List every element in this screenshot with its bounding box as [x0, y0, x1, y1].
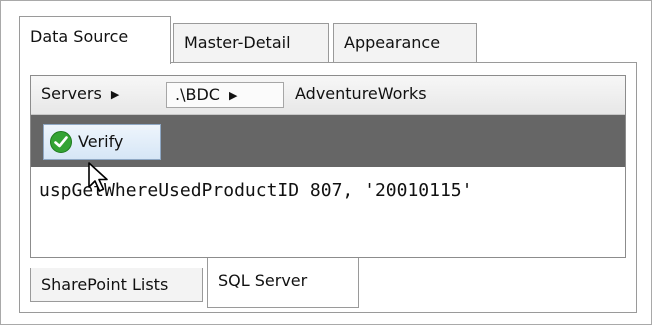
breadcrumb-label: AdventureWorks: [295, 84, 427, 103]
mouse-cursor-icon: [87, 161, 111, 199]
tab-sharepoint-lists[interactable]: SharePoint Lists: [30, 268, 203, 302]
toolbar: Verify: [31, 115, 625, 167]
tab-panel-data-source: Servers ▶ .\BDC ▶ AdventureWorks Verify: [19, 62, 637, 313]
tab-label: SQL Server: [218, 271, 308, 290]
sql-server-panel: Servers ▶ .\BDC ▶ AdventureWorks Verify: [30, 75, 626, 258]
data-source-dialog: Data Source Master-Detail Appearance Ser…: [0, 0, 652, 325]
breadcrumb-item-bdc[interactable]: .\BDC ▶: [166, 82, 284, 108]
tab-label: SharePoint Lists: [41, 275, 169, 294]
breadcrumb-label: .\BDC: [175, 85, 220, 104]
breadcrumb-item-database[interactable]: AdventureWorks: [287, 82, 435, 108]
breadcrumb: Servers ▶ .\BDC ▶ AdventureWorks: [31, 76, 625, 115]
verify-button[interactable]: Verify: [43, 124, 161, 160]
green-check-icon: [50, 131, 72, 153]
chevron-right-icon[interactable]: ▶: [111, 88, 119, 101]
breadcrumb-item-servers[interactable]: Servers ▶: [33, 82, 127, 108]
chevron-right-icon[interactable]: ▶: [229, 89, 237, 102]
breadcrumb-label: Servers: [41, 84, 102, 103]
verify-label: Verify: [78, 132, 124, 151]
tab-label: Data Source: [30, 27, 129, 46]
tab-sql-server[interactable]: SQL Server: [207, 258, 359, 308]
tab-data-source[interactable]: Data Source: [19, 16, 171, 64]
tab-label: Master-Detail: [184, 33, 291, 52]
tab-appearance[interactable]: Appearance: [333, 23, 477, 63]
sql-query-editor[interactable]: uspGetWhereUsedProductID 807, '20010115': [39, 176, 619, 206]
tab-master-detail[interactable]: Master-Detail: [173, 23, 329, 63]
tab-label: Appearance: [344, 33, 441, 52]
